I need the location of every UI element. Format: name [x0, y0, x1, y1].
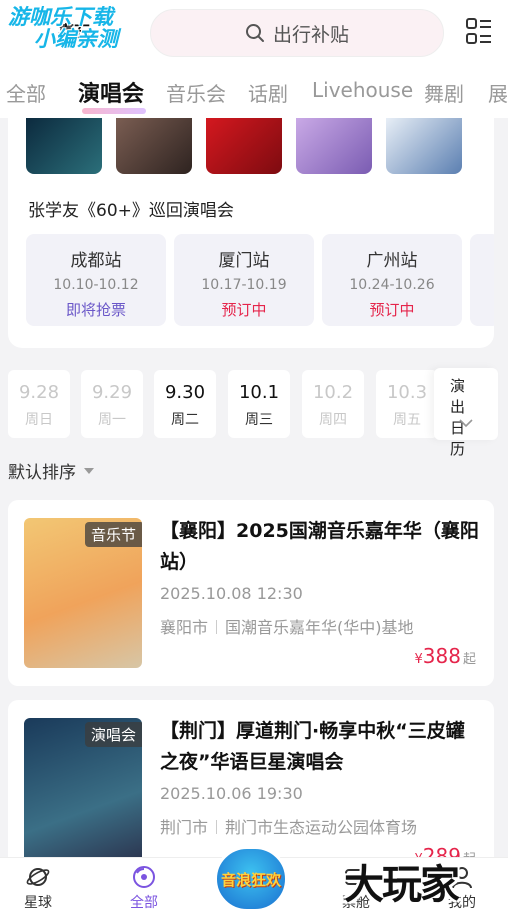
watermark-line1: 游咖乐下载 [8, 5, 113, 29]
caret-down-icon [84, 467, 94, 474]
tour-title[interactable]: 张学友《60+》巡回演唱会 [28, 196, 234, 221]
tab-exhibition[interactable]: 展 [488, 78, 508, 107]
date-cell[interactable]: 10.1 周三 [228, 370, 290, 438]
station-dates: 10.10-10.12 [53, 277, 139, 293]
watermark-overlay: 游咖乐下载 小编亲测 [8, 6, 118, 50]
top-header: 嘉石 游咖乐下载 小编亲测 出行补贴 [0, 0, 508, 66]
chevron-down-icon [459, 419, 473, 428]
date-cell[interactable]: 10.2 周四 [302, 370, 364, 438]
date-weekday: 周一 [98, 412, 126, 428]
station-status: 预订中 [221, 301, 267, 319]
promo-label: 音浪狂欢 [220, 870, 281, 889]
all-icon [133, 866, 155, 888]
poster-image[interactable] [206, 118, 282, 174]
category-tabs: 全部 演唱会 音乐会 话剧 Livehouse 舞剧 展 [0, 66, 508, 118]
poster-image[interactable] [386, 118, 462, 174]
event-title[interactable]: 【荆门】厚道荆门·畅享中秋“三皮罐之夜”华语巨星演唱会 [160, 716, 480, 778]
station-status: 预订中 [369, 301, 415, 319]
nav-label: 全部 [130, 895, 158, 911]
station-dates: 10.24-10.26 [349, 277, 435, 293]
date-day: 10.1 [238, 382, 280, 403]
price-suffix: 起 [462, 652, 476, 667]
station-city: 成都站 [70, 251, 122, 271]
date-cell[interactable]: 9.28 周日 [8, 370, 70, 438]
planet-icon [26, 868, 50, 886]
divider [216, 820, 218, 834]
grid-menu-icon[interactable] [466, 18, 492, 46]
date-day: 9.30 [164, 382, 206, 403]
tour-stations: 成都站 10.10-10.12 即将抢票 厦门站 10.17-10.19 预订中… [26, 234, 494, 326]
poster-image[interactable] [296, 118, 372, 174]
station-card[interactable]: 厦门站 10.17-10.19 预订中 [174, 234, 314, 326]
event-time: 2025.10.06 19:30 [160, 784, 303, 803]
event-poster[interactable]: 演唱会 [24, 718, 142, 868]
brand-watermark: 大玩家 [344, 862, 460, 908]
station-card[interactable]: 广州站 10.24-10.26 预订中 [322, 234, 462, 326]
station-city: 厦门站 [218, 251, 270, 271]
poster-row [26, 118, 462, 174]
event-time: 2025.10.08 12:30 [160, 584, 303, 603]
poster-image[interactable] [116, 118, 192, 174]
search-icon [245, 24, 264, 42]
tab-music[interactable]: 音乐会 [166, 78, 226, 107]
calendar-button[interactable]: 演出日历 [434, 368, 498, 458]
date-weekday: 周三 [245, 412, 273, 428]
nav-planet[interactable]: 星球 [8, 864, 68, 912]
date-cell[interactable]: 9.30 周二 [154, 370, 216, 438]
event-category-tag: 音乐节 [84, 522, 142, 547]
event-category-tag: 演唱会 [84, 722, 142, 747]
date-weekday: 周二 [171, 412, 199, 428]
date-cell[interactable]: 9.29 周一 [81, 370, 143, 438]
sort-dropdown[interactable]: 默认排序 [8, 458, 94, 483]
date-strip: 9.28 周日 9.29 周一 9.30 周二 10.1 周三 10.2 周四 … [0, 368, 508, 458]
date-weekday: 周日 [25, 412, 53, 428]
date-weekday: 周四 [319, 412, 347, 428]
event-card[interactable]: 音乐节 【襄阳】2025国潮音乐嘉年华（襄阳站） 2025.10.08 12:3… [8, 500, 494, 686]
price-value: 388 [422, 644, 461, 668]
date-cell[interactable]: 10.3 周五 [376, 370, 438, 438]
station-card[interactable]: 成都站 10.10-10.12 即将抢票 [26, 234, 166, 326]
event-venue-name: 国潮音乐嘉年华(华中)基地 [225, 618, 414, 637]
event-title[interactable]: 【襄阳】2025国潮音乐嘉年华（襄阳站） [160, 516, 480, 578]
watermark-line2: 小编亲测 [34, 27, 118, 51]
tab-drama[interactable]: 话剧 [248, 78, 288, 107]
event-city: 荆门市 [160, 818, 209, 837]
date-weekday: 周五 [393, 412, 421, 428]
station-dates: 10.17-10.19 [201, 277, 287, 293]
tab-concert[interactable]: 演唱会 [78, 76, 144, 108]
tab-dance-drama[interactable]: 舞剧 [424, 78, 464, 107]
date-day: 10.3 [386, 382, 428, 403]
station-card-partial[interactable] [470, 234, 494, 326]
date-day: 9.28 [18, 382, 60, 403]
tab-all[interactable]: 全部 [6, 78, 46, 107]
station-status: 即将抢票 [65, 301, 126, 319]
station-city: 广州站 [366, 251, 418, 271]
search-bar[interactable]: 出行补贴 [150, 9, 444, 57]
date-day: 9.29 [91, 382, 133, 403]
featured-tour-card[interactable]: 张学友《60+》巡回演唱会 成都站 10.10-10.12 即将抢票 厦门站 1… [8, 118, 494, 348]
promo-center-button[interactable]: 音浪狂欢 [214, 846, 288, 912]
event-venue-name: 荆门市生态运动公园体育场 [225, 818, 418, 837]
event-city: 襄阳市 [160, 618, 209, 637]
nav-label: 星球 [24, 895, 52, 911]
event-poster[interactable]: 音乐节 [24, 518, 142, 668]
sort-label: 默认排序 [8, 463, 76, 483]
poster-image[interactable] [26, 118, 102, 174]
event-venue: 襄阳市 国潮音乐嘉年华(华中)基地 [160, 614, 414, 638]
event-price: ¥388 起 [415, 644, 476, 668]
event-venue: 荆门市 荆门市生态运动公园体育场 [160, 814, 417, 838]
divider [216, 620, 218, 634]
date-day: 10.2 [312, 382, 354, 403]
tab-livehouse[interactable]: Livehouse [312, 78, 413, 102]
price-currency: ¥ [414, 652, 423, 667]
search-placeholder: 出行补贴 [272, 23, 349, 46]
nav-all[interactable]: 全部 [114, 864, 174, 912]
active-tab-indicator [82, 108, 146, 114]
